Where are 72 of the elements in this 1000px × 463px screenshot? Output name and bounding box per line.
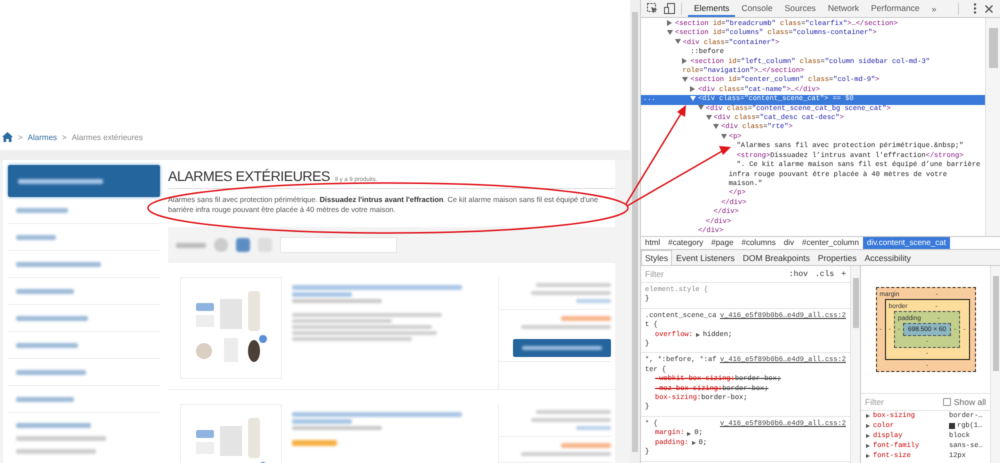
style-tool-button[interactable]: + xyxy=(841,270,846,278)
devtools-tab[interactable]: Performance xyxy=(865,0,926,17)
expand-triangle-icon[interactable] xyxy=(696,333,700,338)
disclosure-triangle-icon[interactable] xyxy=(720,134,727,139)
menu-icon[interactable] xyxy=(973,3,977,14)
blurred-text xyxy=(292,440,337,446)
blurred-text xyxy=(176,242,206,248)
devtools-tab[interactable]: Sources xyxy=(778,0,822,17)
breadcrumb-separator: > xyxy=(18,132,23,142)
disclosure-triangle-icon[interactable] xyxy=(674,39,681,44)
expand-triangle-icon[interactable] xyxy=(866,454,870,458)
sidebar-tab[interactable]: Accessibility xyxy=(860,250,915,265)
disclosure-triangle-icon[interactable] xyxy=(706,114,712,120)
style-tool-button[interactable]: .cls xyxy=(814,270,834,278)
sidebar-tab[interactable]: Properties xyxy=(814,250,861,265)
sidebar-item-active[interactable] xyxy=(8,165,160,197)
disclosure-triangle-icon[interactable] xyxy=(682,58,688,64)
dom-breadcrumb[interactable]: html xyxy=(641,237,664,249)
blurred-text xyxy=(16,234,56,240)
more-tabs-button[interactable]: » xyxy=(926,4,942,14)
expand-triangle-icon[interactable] xyxy=(866,414,870,418)
breadcrumb-link[interactable]: Alarmes xyxy=(28,132,58,142)
expand-triangle-icon[interactable] xyxy=(866,434,870,438)
expand-triangle-icon[interactable] xyxy=(687,432,692,436)
sidebar-tab[interactable]: Styles xyxy=(641,250,672,265)
dom-breadcrumb[interactable]: #center_column xyxy=(798,237,863,249)
blurred-text xyxy=(16,316,88,320)
scrollbar[interactable] xyxy=(990,266,1000,463)
dom-breadcrumb[interactable]: div xyxy=(780,237,798,249)
category-title: ALARMES EXTÉRIEURES xyxy=(168,168,330,184)
close-icon[interactable] xyxy=(985,4,993,12)
sidebar-tab[interactable]: Event Listeners xyxy=(672,250,739,265)
expand-triangle-icon[interactable] xyxy=(866,444,870,448)
blurred-text xyxy=(16,396,74,402)
blurred-text xyxy=(16,342,78,348)
dom-breadcrumb[interactable]: #category xyxy=(664,237,708,249)
style-tool-button[interactable]: :hov xyxy=(788,270,808,278)
checkbox[interactable] xyxy=(942,398,951,406)
blurred-text xyxy=(16,288,74,294)
blurred-text xyxy=(576,299,611,303)
checkbox-label: Show all xyxy=(954,397,986,407)
disclosure-triangle-icon[interactable] xyxy=(698,105,704,110)
breadcrumb-current: Alarmes extérieures xyxy=(72,132,143,142)
expand-triangle-icon[interactable] xyxy=(692,441,696,446)
expand-triangle-icon[interactable] xyxy=(866,424,870,428)
device-toolbar-icon[interactable] xyxy=(664,3,675,14)
home-icon[interactable] xyxy=(2,132,13,142)
blurred-text xyxy=(16,370,86,374)
blurred-text xyxy=(16,208,68,212)
breadcrumb-separator: > xyxy=(62,132,67,142)
disclosure-triangle-icon[interactable] xyxy=(667,30,673,36)
devtools-tab[interactable]: Network xyxy=(822,0,865,17)
scrollbar[interactable] xyxy=(985,18,1000,236)
add-to-cart-button[interactable] xyxy=(513,339,611,357)
search-field[interactable] xyxy=(280,237,397,253)
dom-breadcrumb[interactable]: div.content_scene_cat xyxy=(862,237,950,249)
disclosure-triangle-icon[interactable] xyxy=(682,77,688,82)
scrollbar[interactable] xyxy=(632,12,638,452)
blurred-text xyxy=(561,443,611,448)
blurred-text xyxy=(292,419,352,424)
disclosure-triangle-icon[interactable] xyxy=(667,20,672,26)
inspect-element-icon[interactable] xyxy=(647,3,658,14)
blurred-text xyxy=(292,292,352,297)
devtools-tab[interactable]: Console xyxy=(735,0,779,17)
disclosure-triangle-icon[interactable] xyxy=(713,124,720,130)
blurred-text xyxy=(561,316,611,321)
dom-breadcrumb[interactable]: #page xyxy=(707,237,738,249)
scrollbar[interactable] xyxy=(850,266,860,463)
devtools-tab[interactable]: Elements xyxy=(688,0,736,17)
dom-breadcrumb[interactable]: #columns xyxy=(738,237,780,249)
blurred-text xyxy=(576,426,611,430)
sidebar-tab[interactable]: DOM Breakpoints xyxy=(738,250,814,265)
